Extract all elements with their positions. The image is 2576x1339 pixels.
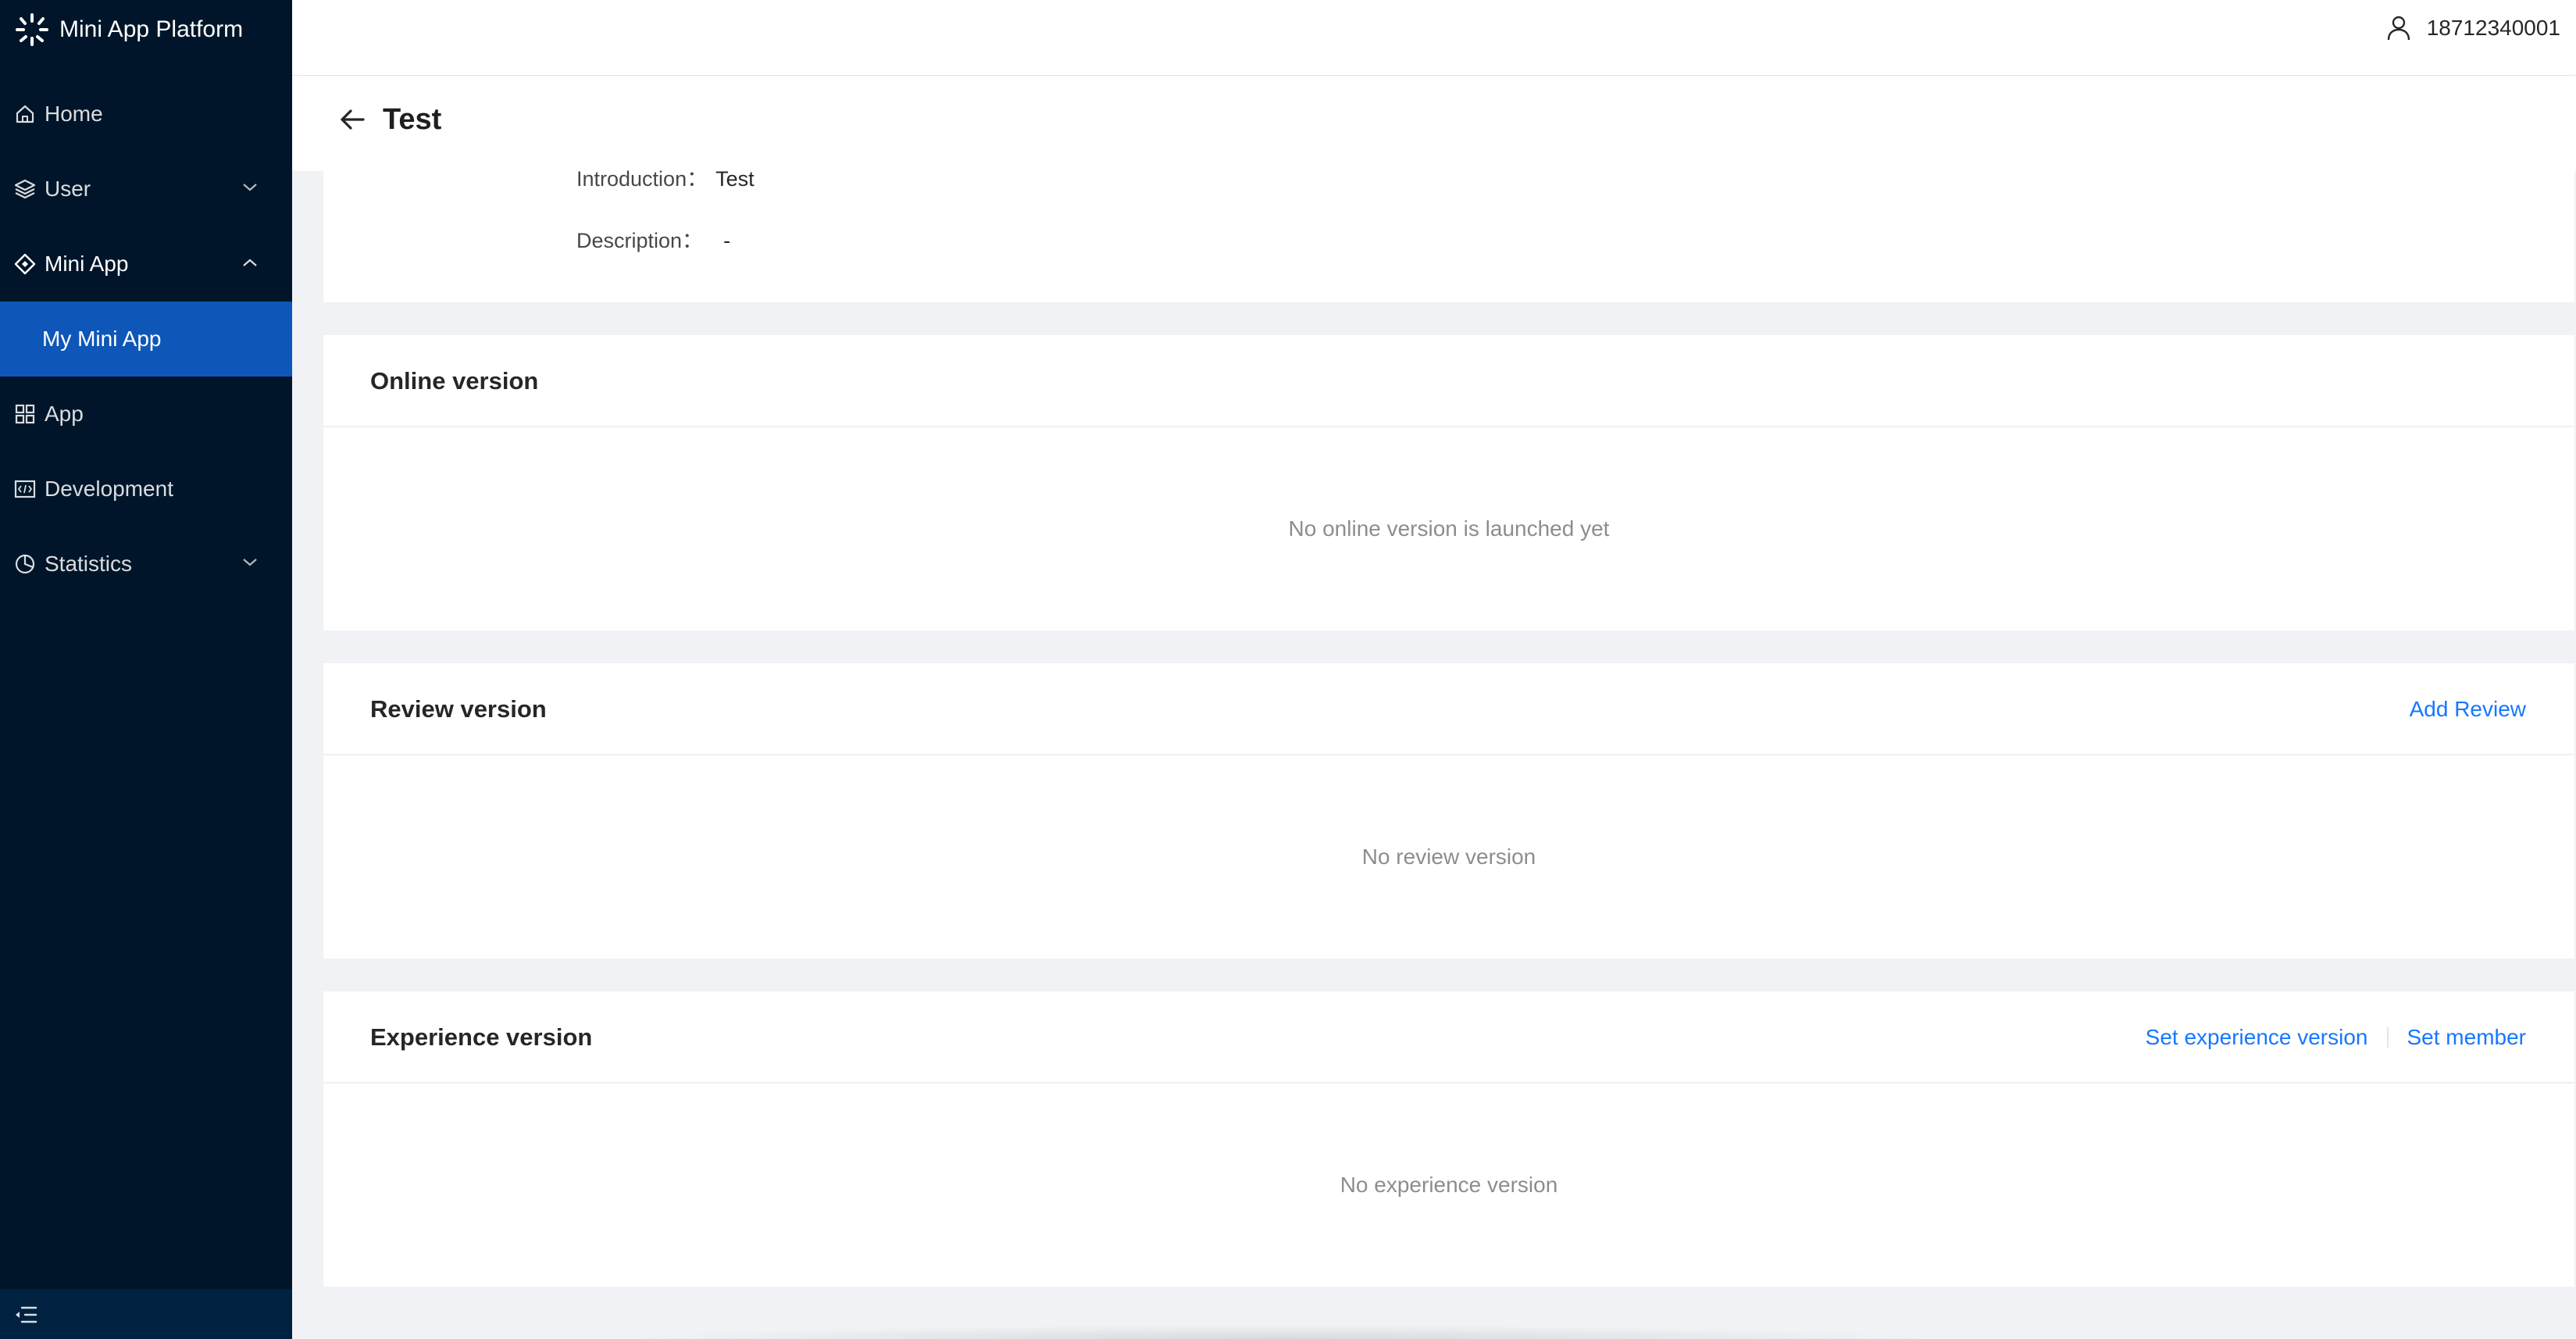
- set-member-link[interactable]: Set member: [2407, 1024, 2527, 1051]
- card-actions: Set experience version Set member: [2146, 1024, 2526, 1051]
- card-header: Review version Add Review: [323, 663, 2574, 755]
- empty-state: No online version is launched yet: [1288, 516, 1610, 541]
- sidebar-item-label: Home: [45, 102, 103, 126]
- experience-version-card: Experience version Set experience versio…: [323, 991, 2574, 1287]
- layers-icon: [14, 179, 36, 199]
- sidebar-collapse-button[interactable]: [0, 1289, 292, 1339]
- chevron-down-icon: [243, 184, 257, 191]
- description-label: Description：: [576, 229, 704, 252]
- introduction-row: Introduction： Test: [576, 166, 755, 191]
- set-experience-version-link[interactable]: Set experience version: [2146, 1024, 2368, 1051]
- review-version-card: Review version Add Review No review vers…: [323, 663, 2574, 959]
- description-value: -: [723, 229, 731, 252]
- sidebar-item-home[interactable]: Home: [0, 77, 292, 152]
- user-menu[interactable]: 18712340001: [2386, 0, 2560, 56]
- pie-chart-icon: [15, 554, 35, 574]
- sidebar-item-app[interactable]: App: [0, 377, 292, 452]
- user-icon: [2387, 16, 2410, 41]
- sidebar-item-user[interactable]: User: [0, 152, 292, 227]
- action-divider: [2386, 1027, 2389, 1048]
- introduction-label: Introduction：: [576, 167, 708, 191]
- empty-state: No review version: [1361, 844, 1536, 869]
- card-actions: Add Review: [2410, 696, 2526, 723]
- sidebar-item-label: Mini App: [45, 252, 129, 276]
- sidebar-item-label: User: [45, 177, 91, 201]
- description-row: Description： -: [576, 228, 730, 253]
- online-version-card: Online version No online version is laun…: [323, 335, 2574, 630]
- sidebar-menu: Home User Mini App My Mini App App Devel…: [0, 77, 292, 602]
- add-review-link[interactable]: Add Review: [2410, 696, 2526, 723]
- sidebar: Mini App Platform Home User Mini App My …: [0, 0, 292, 1339]
- chevron-up-icon: [243, 259, 257, 266]
- scroll-shadow: [625, 1325, 1937, 1339]
- sidebar-subitem-my-mini-app[interactable]: My Mini App: [0, 302, 292, 377]
- brand-logo[interactable]: Mini App Platform: [14, 6, 243, 53]
- sidebar-item-label: Development: [45, 477, 173, 501]
- empty-state: No experience version: [1340, 1173, 1558, 1197]
- sidebar-item-development[interactable]: Development: [0, 452, 292, 527]
- card-title: Review version: [370, 695, 547, 723]
- top-header: 18712340001: [292, 0, 2576, 75]
- card-header: Online version: [323, 335, 2574, 427]
- code-icon: [14, 480, 36, 498]
- logo-icon: [16, 13, 48, 46]
- sidebar-subitem-label: My Mini App: [42, 327, 162, 351]
- brand-name: Mini App Platform: [59, 16, 244, 42]
- page-title: Test: [383, 103, 442, 136]
- arrow-left-icon[interactable]: [339, 108, 366, 131]
- sidebar-item-label: Statistics: [45, 552, 133, 576]
- menu-fold-icon: [16, 1306, 37, 1323]
- card-title: Experience version: [370, 1023, 593, 1051]
- card-title: Online version: [370, 367, 539, 395]
- chevron-down-icon: [243, 559, 257, 566]
- app-info-card: Introduction： Test Description： -: [323, 167, 2574, 302]
- sidebar-item-label: App: [45, 402, 84, 426]
- sidebar-item-statistics[interactable]: Statistics: [0, 527, 292, 602]
- sidebar-item-mini-app[interactable]: Mini App: [0, 227, 292, 302]
- user-phone: 18712340001: [2426, 16, 2560, 40]
- diamond-icon: [14, 253, 36, 275]
- introduction-value: Test: [715, 167, 755, 191]
- card-header: Experience version Set experience versio…: [323, 991, 2574, 1084]
- page-header: [292, 76, 2576, 171]
- home-icon: [16, 105, 34, 123]
- grid-icon: [15, 404, 35, 424]
